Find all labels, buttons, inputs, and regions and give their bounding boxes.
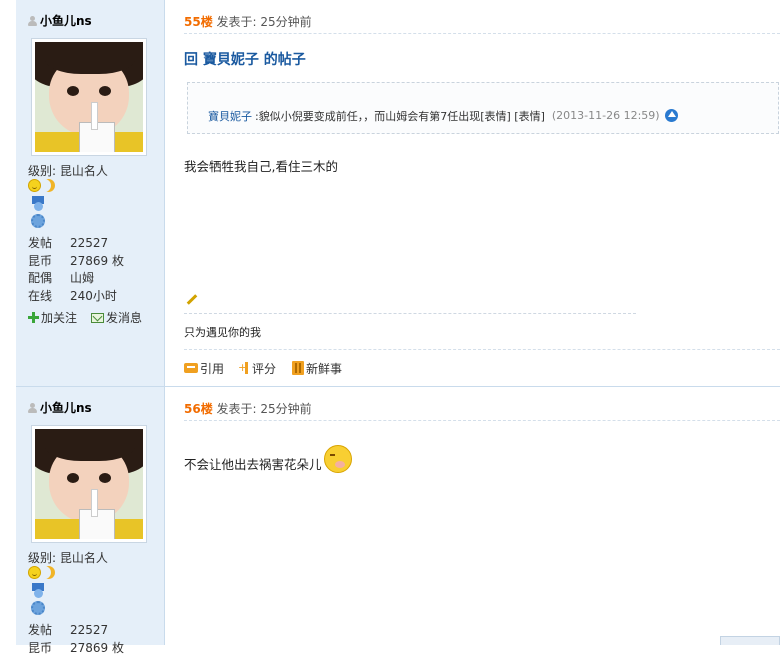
message-button[interactable]: 发消息 <box>91 309 142 326</box>
post-meta: 55楼 发表于: 25分钟前 <box>184 13 780 34</box>
signature: 只为遇见你的我 <box>184 324 261 340</box>
medal-icon[interactable] <box>30 196 46 212</box>
post-title: 回 寶貝妮子 的帖子 <box>184 49 306 69</box>
post-content: 我会牺牲我自己,看住三木的 <box>184 156 338 175</box>
author-name-text[interactable]: 小鱼儿ns <box>40 12 92 29</box>
quote-time: (2013-11-26 12:59) <box>552 109 660 122</box>
fresh-icon <box>292 361 304 375</box>
pencil-icon <box>187 294 198 305</box>
floor-number[interactable]: 55楼 <box>184 15 213 29</box>
avatar[interactable] <box>31 425 147 543</box>
emoji-icon <box>324 445 352 473</box>
stat-row: 发帖22527 <box>28 622 124 640</box>
quote-block: 寶貝妮子 :貌似小倪要变成前任，，而山姆会有第7任出现[表情] [表情] (20… <box>187 82 779 134</box>
rate-icon <box>240 361 250 375</box>
post-body: 56楼 发表于: 25分钟前 不会让他出去祸害花朵儿 <box>165 387 780 645</box>
post-56: 小鱼儿ns 级别: 昆山名人 发帖22527 昆币27869 枚 56楼 发表于… <box>16 387 780 645</box>
left-edge <box>0 0 17 645</box>
smile-icon <box>28 179 41 192</box>
plus-icon <box>28 312 39 323</box>
rate-button[interactable]: 评分 <box>240 360 276 377</box>
post-content-text: 不会让他出去祸害花朵儿 <box>184 454 322 473</box>
author-name-text[interactable]: 小鱼儿ns <box>40 399 92 416</box>
avatar-image <box>35 429 143 539</box>
post-body: 55楼 发表于: 25分钟前 回 寶貝妮子 的帖子 寶貝妮子 :貌似小倪要变成前… <box>165 0 780 386</box>
badge-icon[interactable] <box>30 600 46 616</box>
avatar[interactable] <box>31 38 147 156</box>
avatar-image <box>35 42 143 152</box>
user-icon <box>28 403 37 413</box>
level-label: 级别: 昆山名人 <box>28 549 108 566</box>
stat-row: 发帖22527 <box>28 235 124 253</box>
post-time: 发表于: 25分钟前 <box>217 402 312 416</box>
level-icons <box>28 566 55 579</box>
author-actions: 加关注 发消息 <box>28 309 142 326</box>
quote-author[interactable]: 寶貝妮子 <box>208 108 252 124</box>
author-sidebar: 小鱼儿ns 级别: 昆山名人 发帖22527 昆币27869 枚 配偶山姆 在线… <box>16 0 165 386</box>
stat-row: 配偶山姆 <box>28 270 124 288</box>
post-footer: 引用 评分 新鲜事 <box>184 349 780 386</box>
fresh-button[interactable]: 新鲜事 <box>292 360 342 377</box>
author-sidebar: 小鱼儿ns 级别: 昆山名人 发帖22527 昆币27869 枚 <box>16 387 165 645</box>
quote-button[interactable]: 引用 <box>184 360 224 377</box>
stat-row: 在线240小时 <box>28 288 124 306</box>
moon-icon <box>42 566 55 579</box>
user-icon <box>28 16 37 26</box>
author-name[interactable]: 小鱼儿ns <box>28 12 92 29</box>
badge-icon[interactable] <box>30 213 46 229</box>
post-55: 小鱼儿ns 级别: 昆山名人 发帖22527 昆币27869 枚 配偶山姆 在线… <box>16 0 780 387</box>
author-stats: 发帖22527 昆币27869 枚 <box>28 622 124 657</box>
stat-row: 昆币27869 枚 <box>28 640 124 657</box>
moon-icon <box>42 179 55 192</box>
quote-icon <box>184 363 198 373</box>
post-content: 不会让他出去祸害花朵儿 <box>184 445 352 473</box>
smile-icon <box>28 566 41 579</box>
mail-icon <box>91 313 104 323</box>
stat-row: 昆币27869 枚 <box>28 253 124 271</box>
post-time: 发表于: 25分钟前 <box>217 15 312 29</box>
post-meta: 56楼 发表于: 25分钟前 <box>184 400 780 421</box>
author-stats: 发帖22527 昆币27869 枚 配偶山姆 在线240小时 <box>28 235 124 305</box>
page-widget[interactable] <box>720 636 780 645</box>
follow-button[interactable]: 加关注 <box>28 309 77 326</box>
author-name[interactable]: 小鱼儿ns <box>28 399 92 416</box>
quote-text: :貌似小倪要变成前任，，而山姆会有第7任出现[表情] [表情] <box>255 108 545 124</box>
medal-icon[interactable] <box>30 583 46 599</box>
signature-divider <box>184 313 636 314</box>
level-label: 级别: 昆山名人 <box>28 162 108 179</box>
level-icons <box>28 179 55 192</box>
floor-number[interactable]: 56楼 <box>184 402 213 416</box>
up-arrow-icon[interactable] <box>665 109 678 122</box>
